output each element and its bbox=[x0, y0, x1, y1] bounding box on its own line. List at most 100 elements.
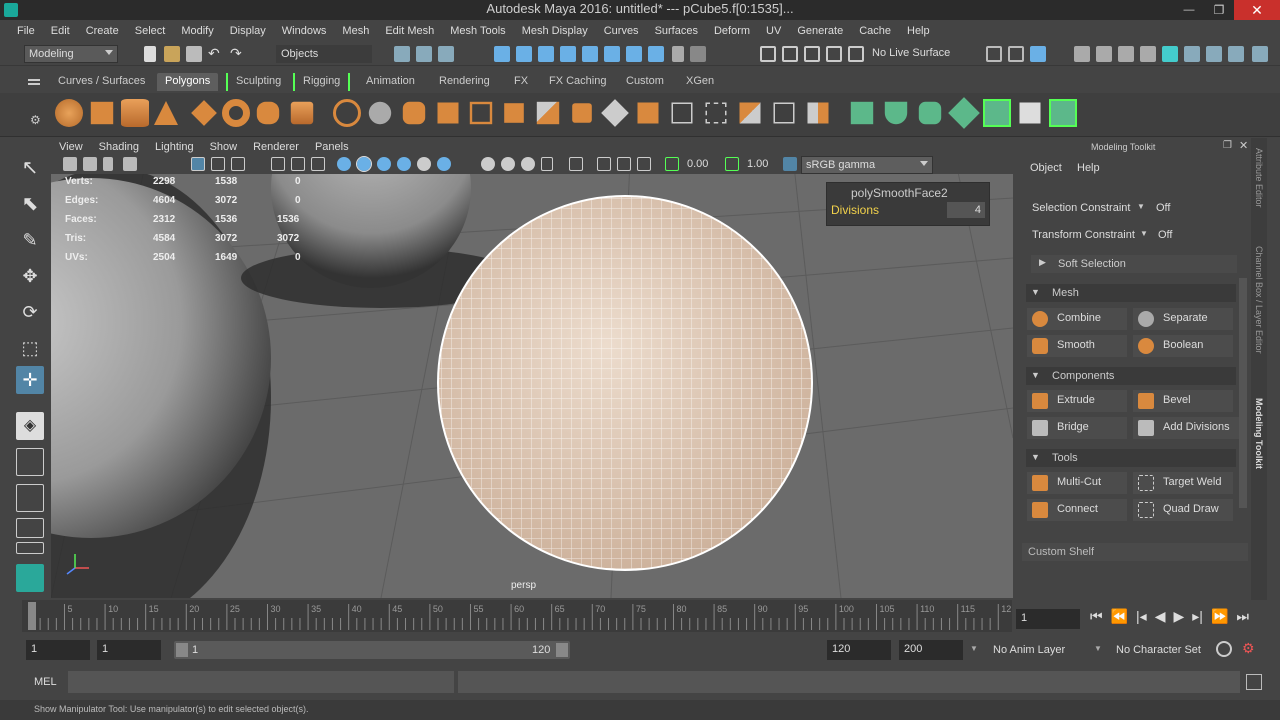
tab-custom[interactable]: Custom bbox=[618, 73, 672, 91]
separate-button[interactable]: Separate bbox=[1133, 308, 1233, 330]
multi-cut-button[interactable]: Multi-Cut bbox=[1027, 472, 1127, 494]
offset-edge-loop-icon[interactable] bbox=[705, 102, 727, 124]
tab-modeling-toolkit[interactable]: Modeling Toolkit bbox=[1254, 398, 1264, 469]
magnet-point-icon[interactable] bbox=[804, 46, 820, 62]
selection-mode-dropdown[interactable]: Objects bbox=[276, 45, 372, 63]
menu-mesh[interactable]: Mesh bbox=[342, 25, 369, 37]
snap-surface-icon[interactable] bbox=[604, 46, 620, 62]
close-window-button[interactable]: ✕ bbox=[1234, 0, 1280, 20]
shelf-menu-icon[interactable] bbox=[28, 79, 40, 81]
menu-file[interactable]: File bbox=[17, 25, 35, 37]
rotate-tool-icon[interactable]: ⟳ bbox=[16, 298, 44, 326]
view-transform-dropdown[interactable]: sRGB gamma bbox=[801, 156, 933, 174]
poly-torus-icon[interactable] bbox=[222, 99, 250, 127]
tab-rigging[interactable]: Rigging bbox=[293, 73, 351, 91]
snap-vertex-icon[interactable] bbox=[626, 46, 642, 62]
time-slider[interactable]: 1510152025303540455055606570758085909510… bbox=[22, 600, 1012, 632]
bookmark-icon[interactable] bbox=[103, 157, 113, 171]
color-management-icon[interactable] bbox=[783, 157, 797, 171]
paint-select-tool-icon[interactable]: ✎ bbox=[16, 226, 44, 254]
step-forward-frame-icon[interactable]: ▸| bbox=[1192, 608, 1203, 625]
uv-editor-icon[interactable] bbox=[850, 101, 874, 125]
render-view-icon[interactable] bbox=[1030, 46, 1046, 62]
menu-surfaces[interactable]: Surfaces bbox=[655, 25, 698, 37]
tab-animation[interactable]: Animation bbox=[358, 73, 423, 91]
ipr-render-icon[interactable] bbox=[1118, 46, 1134, 62]
mesh-section-header[interactable]: ▼ Mesh bbox=[1026, 284, 1236, 302]
combine-icon[interactable] bbox=[333, 99, 361, 127]
maximize-button[interactable]: ❐ bbox=[1204, 0, 1234, 20]
checker-map-icon[interactable] bbox=[1019, 102, 1041, 124]
step-back-key-icon[interactable]: ⏪ bbox=[1111, 608, 1128, 625]
connect-button[interactable]: Connect bbox=[1027, 499, 1127, 521]
render-settings-icon[interactable] bbox=[1074, 46, 1090, 62]
poly-pipe-icon[interactable] bbox=[256, 101, 280, 125]
current-time-marker[interactable] bbox=[28, 602, 36, 630]
magnet-snap-icon[interactable] bbox=[760, 46, 776, 62]
field-chart-icon[interactable] bbox=[291, 157, 305, 171]
target-weld-button[interactable]: Target Weld bbox=[1133, 472, 1233, 494]
snap-point-icon[interactable] bbox=[538, 46, 554, 62]
tab-sculpting[interactable]: Sculpting bbox=[226, 73, 289, 91]
target-weld-icon[interactable] bbox=[773, 102, 795, 124]
panel-menu-view[interactable]: View bbox=[59, 141, 83, 153]
hypershade-icon[interactable] bbox=[1140, 46, 1156, 62]
frame-all-icon[interactable] bbox=[597, 157, 611, 171]
menu-deform[interactable]: Deform bbox=[714, 25, 750, 37]
bridge-button[interactable]: Bridge bbox=[1027, 417, 1127, 439]
toolkit-menu-help[interactable]: Help bbox=[1077, 162, 1100, 174]
undo-icon[interactable]: ↶ bbox=[208, 46, 224, 62]
toolkit-menu-object[interactable]: Object bbox=[1030, 162, 1062, 174]
bevel-icon[interactable] bbox=[572, 103, 592, 123]
lock-icon[interactable] bbox=[672, 46, 684, 62]
shadows-icon[interactable] bbox=[437, 157, 451, 171]
transform-constraint-arrow-icon[interactable]: ▼ bbox=[1140, 229, 1148, 238]
camera-select-icon[interactable] bbox=[63, 157, 77, 171]
range-slider-start-handle[interactable] bbox=[176, 643, 188, 657]
camera-attributes-icon[interactable] bbox=[83, 157, 97, 171]
snap-grid-icon[interactable] bbox=[494, 46, 510, 62]
menu-mesh-tools[interactable]: Mesh Tools bbox=[450, 25, 505, 37]
cut-uv-icon[interactable] bbox=[983, 99, 1011, 127]
transform-constraint-value[interactable]: Off bbox=[1158, 229, 1172, 241]
wireframe-icon[interactable] bbox=[337, 157, 351, 171]
exposure-icon[interactable] bbox=[665, 157, 679, 171]
live-surface-icon[interactable] bbox=[848, 46, 864, 62]
tab-xgen[interactable]: XGen bbox=[678, 73, 722, 91]
poly-cylinder-icon[interactable] bbox=[121, 99, 149, 127]
planar-map-icon[interactable] bbox=[884, 101, 908, 125]
layer-editor-icon[interactable] bbox=[1252, 46, 1268, 62]
auto-key-icon[interactable] bbox=[1216, 641, 1232, 657]
select-component-icon[interactable] bbox=[438, 46, 454, 62]
playback-start-field[interactable]: 1 bbox=[97, 640, 161, 660]
menu-edit[interactable]: Edit bbox=[51, 25, 70, 37]
menu-curves[interactable]: Curves bbox=[604, 25, 639, 37]
anim-layer-label[interactable]: No Anim Layer bbox=[993, 644, 1065, 656]
move-tool-icon[interactable]: ✥ bbox=[16, 262, 44, 290]
menu-uv[interactable]: UV bbox=[766, 25, 781, 37]
tab-channel-box[interactable]: Channel Box / Layer Editor bbox=[1254, 246, 1264, 354]
poly-plane-icon[interactable] bbox=[191, 100, 217, 126]
multisample-icon[interactable] bbox=[637, 157, 651, 171]
outliner-layout-icon[interactable] bbox=[16, 564, 44, 592]
image-plane-icon[interactable] bbox=[123, 157, 137, 171]
mirror-icon[interactable] bbox=[402, 101, 426, 125]
poly-sphere-icon[interactable] bbox=[55, 99, 83, 127]
textured-icon[interactable] bbox=[397, 157, 411, 171]
selection-constraint-label[interactable]: Selection Constraint bbox=[1032, 202, 1130, 214]
connect-icon[interactable] bbox=[807, 102, 829, 124]
snap-view-plane-icon[interactable] bbox=[560, 46, 576, 62]
tab-polygons[interactable]: Polygons bbox=[157, 73, 219, 91]
fill-hole-icon[interactable] bbox=[637, 102, 659, 124]
play-backwards-icon[interactable]: ◀ bbox=[1155, 608, 1166, 625]
combine-button[interactable]: Combine bbox=[1027, 308, 1127, 330]
custom-shelf-header[interactable]: Custom Shelf bbox=[1022, 543, 1248, 561]
selection-constraint-value[interactable]: Off bbox=[1156, 202, 1170, 214]
panel-menu-show[interactable]: Show bbox=[210, 141, 238, 153]
tab-fx-caching[interactable]: FX Caching bbox=[541, 73, 614, 91]
xray-components-icon[interactable] bbox=[521, 157, 535, 171]
unfold-uv-icon[interactable] bbox=[1049, 99, 1077, 127]
lasso-tool-icon[interactable]: ⬉ bbox=[16, 190, 44, 218]
tab-curves-surfaces[interactable]: Curves / Surfaces bbox=[50, 73, 153, 91]
current-frame-field[interactable]: 1 bbox=[1016, 609, 1080, 629]
